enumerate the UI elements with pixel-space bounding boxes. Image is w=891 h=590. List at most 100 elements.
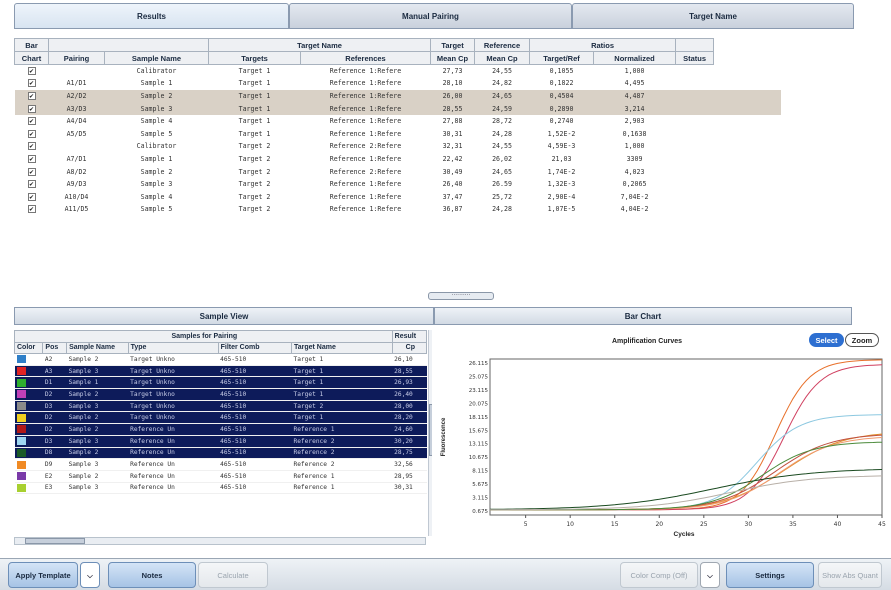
table-row[interactable]: A3 Sample 3 Target Unkno 465-510 Target 1 28,… <box>14 365 427 378</box>
calculate-button[interactable]: Calculate <box>198 562 268 588</box>
select-mode-button[interactable]: Select <box>809 333 844 347</box>
settings-button[interactable]: Settings <box>726 562 814 588</box>
chart-checkbox[interactable]: ✔ <box>27 129 36 138</box>
apply-template-dropdown[interactable]: ⌵ <box>80 562 100 588</box>
color-swatch[interactable] <box>16 355 26 364</box>
chart-checkbox[interactable]: ✔ <box>27 91 36 100</box>
chart-checkbox[interactable]: ✔ <box>27 167 36 176</box>
tab-manual-pairing[interactable]: Manual Pairing <box>289 3 572 29</box>
chart-checkbox[interactable]: ✔ <box>27 67 36 76</box>
chart-checkbox[interactable]: ✔ <box>15 77 49 90</box>
color-cell[interactable] <box>14 447 43 460</box>
color-swatch[interactable] <box>16 472 26 481</box>
color-swatch[interactable] <box>16 367 26 376</box>
bar-chart-header[interactable]: Bar Chart <box>434 307 852 325</box>
chart-checkbox[interactable]: ✔ <box>14 89 49 103</box>
table-row[interactable]: ✔ Calibrator Target 2 Reference 2:Refere 32,… <box>15 140 781 153</box>
chart-checkbox[interactable]: ✔ <box>27 154 36 163</box>
col-header-reference-mean-cp[interactable]: Mean Cp <box>474 51 531 65</box>
tab-results[interactable]: Results <box>14 3 289 29</box>
table-row[interactable]: ✔ A7/D1 Sample 1 Target 2 Reference 1:Refere… <box>15 153 781 166</box>
color-swatch[interactable] <box>16 448 26 457</box>
table-row[interactable]: ✔ Calibrator Target 1 Reference 1:Refere 27,… <box>15 65 781 78</box>
col-header-normalized[interactable]: Normalized <box>593 51 677 65</box>
samples-hscroll-thumb[interactable] <box>25 538 85 544</box>
chart-checkbox[interactable]: ✔ <box>15 203 49 216</box>
color-swatch[interactable] <box>16 425 26 434</box>
chart-checkbox[interactable]: ✔ <box>15 127 49 140</box>
color-swatch[interactable] <box>16 390 26 399</box>
col-header-pos[interactable]: Pos <box>42 341 68 354</box>
color-cell[interactable] <box>14 353 43 366</box>
chart-checkbox[interactable]: ✔ <box>15 140 49 153</box>
chart-checkbox[interactable]: ✔ <box>27 192 36 201</box>
chart-checkbox[interactable]: ✔ <box>15 178 49 191</box>
table-row[interactable]: D1 Sample 1 Target Unkno 465-510 Target 1 26,… <box>14 376 427 390</box>
panel-splitter-grip[interactable]: ·········· <box>428 292 494 300</box>
chart-checkbox[interactable]: ✔ <box>27 104 36 113</box>
table-row[interactable]: E2 Sample 2 Reference Un 465-510 Reference 1… <box>14 470 427 483</box>
col-header-filter-comb[interactable]: Filter Comb <box>217 341 292 354</box>
col-header-pairing[interactable]: Pairing <box>48 51 105 65</box>
col-header-sample-name[interactable]: Sample Name <box>66 341 129 354</box>
table-row[interactable]: ✔ A4/D4 Sample 4 Target 1 Reference 1:Refere… <box>15 115 781 128</box>
sample-view-header[interactable]: Sample View <box>14 307 434 325</box>
amplification-chart[interactable]: Amplification Curves 26.115 25.075 23.115 20… <box>432 327 887 557</box>
table-row[interactable]: D3 Sample 3 Target Unkno 465-510 Target 2 28,… <box>14 400 427 413</box>
color-swatch[interactable] <box>16 437 26 446</box>
table-row[interactable]: D3 Sample 3 Reference Un 465-510 Reference 2… <box>14 435 427 448</box>
color-comp-dropdown[interactable]: ⌵ <box>700 562 720 588</box>
col-header-color[interactable]: Color <box>13 341 44 354</box>
color-cell[interactable] <box>14 470 43 483</box>
table-row[interactable]: D8 Sample 2 Reference Un 465-510 Reference 2… <box>14 447 427 460</box>
table-row[interactable]: ✔ A8/D2 Sample 2 Target 2 Reference 2:Refere… <box>15 165 781 178</box>
chart-checkbox[interactable]: ✔ <box>14 102 49 115</box>
chart-checkbox[interactable]: ✔ <box>27 205 36 214</box>
samples-horizontal-scrollbar[interactable] <box>14 537 426 545</box>
table-row[interactable]: D2 Sample 2 Target Unkno 465-510 Target 1 26,… <box>14 388 427 401</box>
table-row[interactable]: D9 Sample 3 Reference Un 465-510 Reference 2… <box>14 458 427 471</box>
color-swatch[interactable] <box>16 378 26 387</box>
color-comp-button[interactable]: Color Comp (Off) <box>620 562 698 588</box>
table-row[interactable]: E3 Sample 3 Reference Un 465-510 Reference 1… <box>14 482 427 495</box>
zoom-mode-button[interactable]: Zoom <box>845 333 879 347</box>
table-row[interactable]: A2 Sample 2 Target Unkno 465-510 Target 1 26,… <box>14 353 427 366</box>
color-cell[interactable] <box>14 376 43 390</box>
table-row[interactable]: ✔ A2/D2 Sample 2 Target 1 Reference 1:Refere… <box>14 89 781 103</box>
chart-checkbox[interactable]: ✔ <box>27 117 36 126</box>
show-abs-quant-button[interactable]: Show Abs Quant <box>818 562 882 588</box>
apply-template-button[interactable]: Apply Template <box>8 562 78 588</box>
chart-checkbox[interactable]: ✔ <box>27 79 36 88</box>
color-cell[interactable] <box>14 411 43 425</box>
table-row[interactable]: ✔ A3/D3 Sample 3 Target 1 Reference 1:Refere… <box>14 102 781 115</box>
col-header-sample-name[interactable]: Sample Name <box>104 51 209 65</box>
color-swatch[interactable] <box>16 483 26 492</box>
tab-target-name[interactable]: Target Name <box>572 3 854 29</box>
color-cell[interactable] <box>14 458 43 471</box>
table-row[interactable]: ✔ A11/D5 Sample 5 Target 2 Reference 1:Refer… <box>15 203 781 216</box>
color-swatch[interactable] <box>16 402 26 411</box>
table-row[interactable]: ✔ A1/D1 Sample 1 Target 1 Reference 1:Refere… <box>15 77 781 90</box>
col-header-type[interactable]: Type <box>127 341 219 354</box>
col-header-references[interactable]: References <box>299 51 432 65</box>
chart-checkbox[interactable]: ✔ <box>27 180 36 189</box>
table-row[interactable]: D2 Sample 2 Target Unkno 465-510 Target 1 28,… <box>14 411 427 425</box>
notes-button[interactable]: Notes <box>108 562 196 588</box>
table-row[interactable]: ✔ A5/D5 Sample 5 Target 1 Reference 1:Refere… <box>15 127 781 140</box>
color-cell[interactable] <box>14 400 43 413</box>
color-cell[interactable] <box>14 388 43 401</box>
chart-checkbox[interactable]: ✔ <box>27 142 36 151</box>
chart-checkbox[interactable]: ✔ <box>15 165 49 178</box>
color-swatch[interactable] <box>16 460 26 469</box>
color-cell[interactable] <box>14 482 43 495</box>
chart-checkbox[interactable]: ✔ <box>15 153 49 166</box>
col-header-status[interactable]: Status <box>675 51 715 65</box>
chart-checkbox[interactable]: ✔ <box>15 65 49 78</box>
color-cell[interactable] <box>14 365 43 378</box>
color-swatch[interactable] <box>16 413 26 422</box>
col-header-chart[interactable]: Chart <box>14 51 49 65</box>
table-row[interactable]: D2 Sample 2 Reference Un 465-510 Reference 1… <box>14 423 427 436</box>
col-header-targets[interactable]: Targets <box>208 51 301 65</box>
col-header-target-name[interactable]: Target Name <box>290 341 393 354</box>
chart-checkbox[interactable]: ✔ <box>15 190 49 203</box>
